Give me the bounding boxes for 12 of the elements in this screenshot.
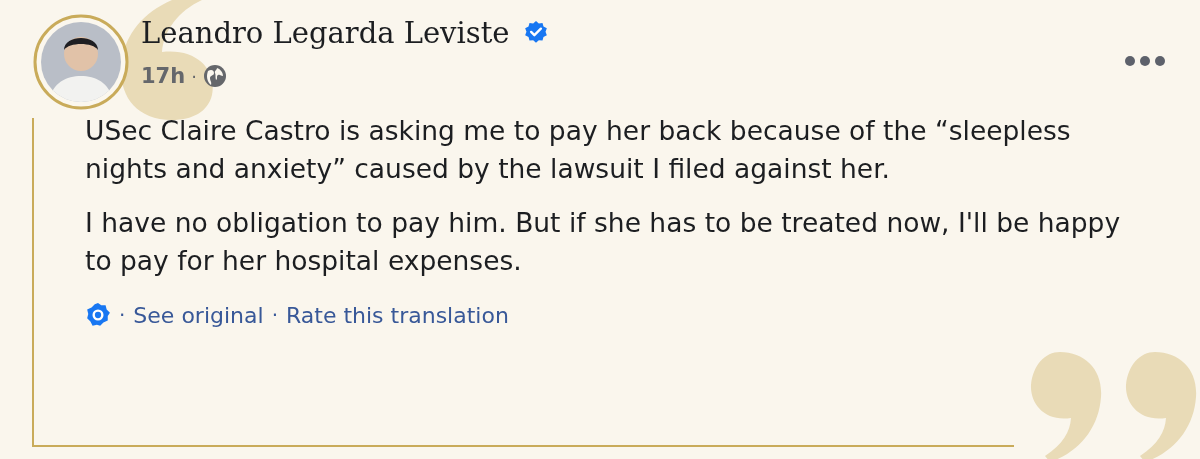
separator-dot: · [271, 303, 278, 327]
translation-link[interactable]: Rate this translation [286, 302, 509, 328]
post-paragraph: I have no obligation to pay him. But if she has to be treated now, I'll be happy to pay for her hospital expenses. [85, 206, 1122, 278]
post-paragraph: USec Claire Castro is asking me to pay her back because of the “sleepless nights and anxiety” caused by the lawsuit I filed against her. [85, 114, 1072, 186]
separator-dot: · [191, 65, 197, 87]
globe-icon [202, 64, 227, 88]
separator-dot: · [119, 303, 126, 327]
settings-icon[interactable] [85, 302, 111, 328]
post-time[interactable]: 17h [141, 64, 186, 88]
avatar[interactable] [33, 14, 129, 110]
translation-link[interactable]: See original [133, 302, 264, 328]
author-name[interactable]: Leandro Legarda Leviste [141, 16, 510, 50]
